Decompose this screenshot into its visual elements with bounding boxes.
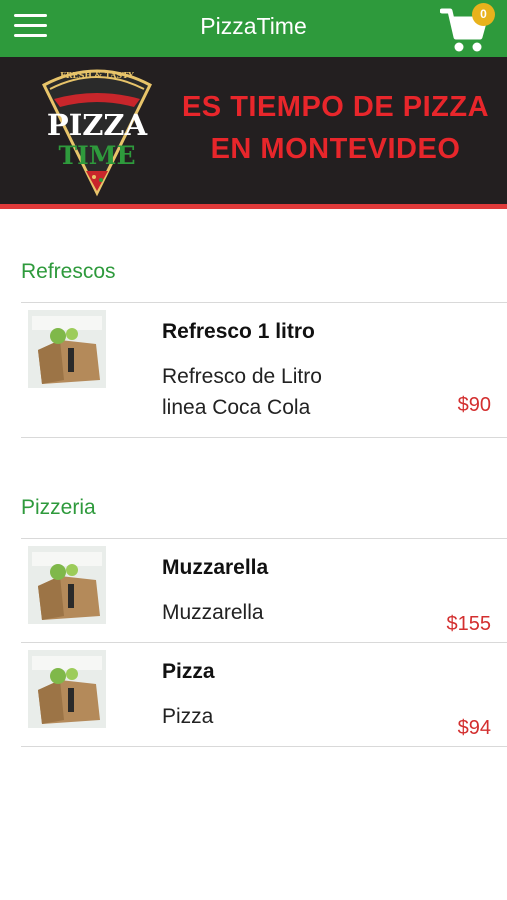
section-title-pizzeria: Pizzeria bbox=[21, 496, 96, 519]
product-description: Muzzarella bbox=[162, 601, 264, 624]
product-name: Refresco 1 litro bbox=[162, 320, 315, 343]
svg-text:FRESH & TASTY: FRESH & TASTY bbox=[60, 70, 134, 80]
top-bar: PizzaTime 0 bbox=[0, 0, 507, 57]
svg-text:PIZZA: PIZZA bbox=[47, 108, 148, 142]
cart-button[interactable]: 0 bbox=[440, 2, 500, 54]
promo-banner: FRESH & TASTY PIZZA TIME ES TIEMPO DE PI… bbox=[0, 57, 507, 204]
divider bbox=[21, 746, 507, 747]
banner-headline-1: ES TIEMPO DE PIZZA bbox=[181, 91, 490, 123]
pizza-time-logo: FRESH & TASTY PIZZA TIME bbox=[42, 69, 152, 197]
product-price: $90 bbox=[457, 394, 491, 416]
product-image bbox=[28, 546, 106, 624]
product-description: Refresco de Litro linea Coca Cola bbox=[162, 365, 322, 419]
product-price: $94 bbox=[457, 717, 491, 739]
product-item-pizza[interactable]: Pizza Pizza $94 bbox=[21, 643, 507, 746]
product-item-muzzarella[interactable]: Muzzarella Muzzarella $155 bbox=[21, 539, 507, 642]
product-name: Pizza bbox=[162, 660, 215, 683]
cart-count-badge: 0 bbox=[472, 3, 495, 26]
svg-text:TIME: TIME bbox=[58, 141, 135, 170]
banner-headline-2: EN MONTEVIDEO bbox=[210, 133, 461, 165]
app-title: PizzaTime bbox=[200, 13, 307, 39]
product-item-refresco[interactable]: Refresco 1 litro Refresco de Litro linea… bbox=[21, 303, 507, 437]
product-name: Muzzarella bbox=[162, 556, 269, 579]
product-image bbox=[28, 310, 106, 388]
banner-divider bbox=[0, 204, 507, 209]
divider bbox=[21, 437, 507, 438]
section-title-refrescos: Refrescos bbox=[21, 260, 116, 283]
product-price: $155 bbox=[446, 613, 492, 635]
product-description: Pizza bbox=[162, 705, 214, 728]
product-image bbox=[28, 650, 106, 728]
